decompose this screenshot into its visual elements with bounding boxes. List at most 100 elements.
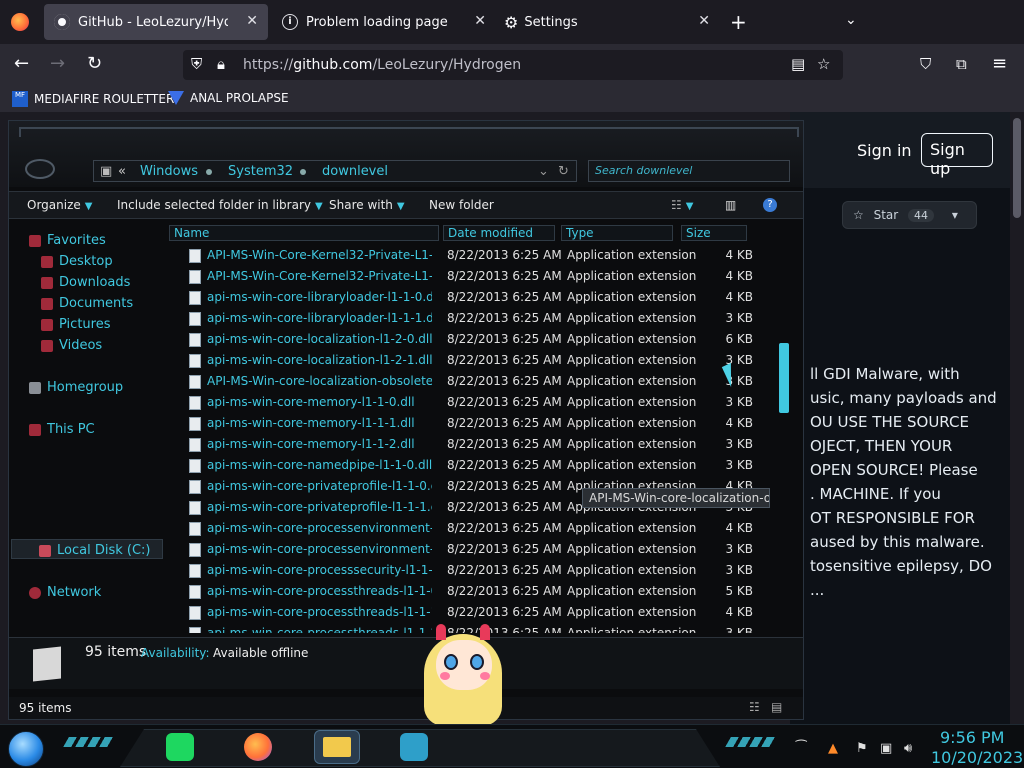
nav-pictures[interactable]: Pictures [41, 317, 110, 332]
nav-videos[interactable]: Videos [41, 338, 102, 353]
file-row[interactable]: api-ms-win-core-processenvironment-l1-1-… [169, 518, 779, 539]
bookmarks-bar: MF MEDIAFIRE ROULETTER ANAL PROLAPSE [0, 86, 1024, 112]
back-forward-orb[interactable] [25, 159, 55, 179]
dll-file-icon [189, 480, 201, 494]
triangle-icon [168, 91, 184, 105]
reader-view-icon[interactable]: ▤ [791, 55, 805, 73]
file-row[interactable]: api-ms-win-core-localization-l1-2-1.dll 8… [169, 350, 779, 371]
close-icon[interactable]: ✕ [246, 13, 258, 29]
search-input[interactable]: Search downlevel [588, 160, 790, 182]
chevron-down-icon[interactable]: ▾ [952, 208, 958, 222]
organize-button[interactable]: Organize ▼ [27, 198, 92, 212]
file-row[interactable]: api-ms-win-core-processthreads-l1-1-0.dl… [169, 581, 779, 602]
breadcrumb-overflow[interactable]: « [118, 164, 126, 179]
new-tab-button[interactable]: + [730, 10, 747, 34]
spotify-icon[interactable] [166, 733, 194, 761]
url-text[interactable]: https://github.com/LeoLezury/Hydrogen [243, 57, 521, 73]
lock-icon[interactable]: 🔒︎ [217, 55, 225, 73]
close-icon[interactable]: ✕ [698, 13, 710, 29]
tiles-view-icon[interactable]: ▤ [771, 700, 782, 714]
breadcrumb-separator[interactable] [206, 169, 212, 175]
nav-network[interactable]: Network [29, 585, 101, 600]
file-row[interactable]: API-MS-Win-Core-Kernel32-Private-L1-1-0.… [169, 245, 779, 266]
column-type[interactable]: Type [561, 225, 673, 241]
clock-date[interactable]: 10/20/2023 [931, 748, 1023, 767]
nav-desktop[interactable]: Desktop [41, 254, 113, 269]
file-row[interactable]: api-ms-win-core-libraryloader-l1-1-1.dll… [169, 308, 779, 329]
reload-icon[interactable]: ↻ [87, 53, 102, 74]
file-date: 8/22/2013 6:25 AM [447, 563, 562, 577]
file-row[interactable]: api-ms-win-core-memory-l1-1-2.dll 8/22/20… [169, 434, 779, 455]
start-button[interactable] [8, 731, 44, 767]
column-size[interactable]: Size [681, 225, 747, 241]
nav-homegroup[interactable]: Homegroup [29, 380, 123, 395]
volume-icon[interactable]: 🔊︎ [904, 741, 912, 756]
nav-local-disk[interactable]: Local Disk (C:) [39, 543, 150, 558]
chevron-down-icon[interactable]: ⌄ [538, 164, 549, 179]
tab-settings[interactable]: ⚙ Settings ✕ [496, 4, 720, 40]
file-row[interactable]: api-ms-win-core-localization-l1-2-0.dll 8… [169, 329, 779, 350]
extensions-icon[interactable]: ⧉ [956, 55, 967, 73]
pocket-icon[interactable]: ⛉ [920, 55, 931, 73]
include-library-button[interactable]: Include selected folder in library ▼ [117, 198, 323, 212]
menu-icon[interactable]: ≡ [992, 53, 1007, 74]
preview-pane-icon[interactable]: ▥ [725, 198, 736, 212]
breadcrumb-system32[interactable]: System32 [228, 164, 293, 179]
file-date: 8/22/2013 6:25 AM [447, 374, 562, 388]
file-date: 8/22/2013 6:25 AM [447, 416, 562, 430]
address-bar[interactable]: ▣ « Windows System32 downlevel ⌄ ↻ [93, 160, 577, 182]
file-type: Application extension [567, 269, 697, 283]
clock-time[interactable]: 9:56 PM [940, 728, 1004, 747]
breadcrumb-windows[interactable]: Windows [140, 164, 198, 179]
star-button[interactable]: ☆ Star 44 ▾ [842, 201, 977, 229]
url-bar[interactable]: ⛨ 🔒︎ https://github.com/LeoLezury/Hydrog… [183, 50, 843, 80]
shield-icon[interactable]: ⛨ [191, 55, 202, 73]
page-scroll-thumb[interactable] [1013, 118, 1021, 218]
status-bar: 95 items ☷ ▤ [9, 697, 803, 719]
share-with-button[interactable]: Share with ▼ [329, 198, 405, 212]
chevron-down-icon[interactable]: ⌄ [845, 12, 857, 28]
file-row[interactable]: api-ms-win-core-libraryloader-l1-1-0.dll… [169, 287, 779, 308]
new-folder-button[interactable]: New folder [429, 198, 494, 212]
firefox-icon[interactable] [11, 13, 29, 31]
close-icon[interactable]: ✕ [474, 13, 486, 29]
briefcase-icon[interactable] [400, 733, 428, 761]
refresh-icon[interactable]: ↻ [558, 164, 569, 179]
flag-icon[interactable]: ⚑ [856, 741, 868, 756]
tray-overflow-icon[interactable]: ⁀ [796, 741, 806, 756]
file-explorer-icon[interactable] [314, 730, 360, 764]
tray-app-icon[interactable]: ▲ [828, 741, 838, 756]
file-row[interactable]: api-ms-win-core-memory-l1-1-0.dll 8/22/20… [169, 392, 779, 413]
breadcrumb-separator[interactable] [300, 169, 306, 175]
file-row[interactable]: api-ms-win-core-processenvironment-l1-2-… [169, 539, 779, 560]
tab-problem-loading[interactable]: i Problem loading page ✕ [272, 4, 496, 40]
star-bookmark-icon[interactable]: ☆ [817, 55, 830, 73]
column-date[interactable]: Date modified [443, 225, 555, 241]
file-row[interactable]: API-MS-Win-core-localization-obsolete-l1… [169, 371, 779, 392]
nav-favorites[interactable]: Favorites [29, 233, 106, 248]
firefox-icon[interactable] [244, 733, 272, 761]
breadcrumb-downlevel[interactable]: downlevel [322, 164, 388, 179]
sign-up-button[interactable]: Sign up [921, 133, 993, 178]
file-row[interactable]: API-MS-Win-Core-Kernel32-Private-L1-1-1.… [169, 266, 779, 287]
bookmark-second[interactable]: ANAL PROLAPSE [168, 91, 289, 105]
nav-downloads[interactable]: Downloads [41, 275, 130, 290]
file-name: api-ms-win-core-processthreads-l1-1-2.dl… [207, 626, 432, 633]
forward-arrow-icon[interactable]: → [50, 53, 65, 74]
sign-in-link[interactable]: Sign in [857, 141, 912, 160]
file-row[interactable]: api-ms-win-core-namedpipe-l1-1-0.dll 8/22… [169, 455, 779, 476]
details-view-icon[interactable]: ☷ [749, 700, 760, 714]
network-tray-icon[interactable]: ▣ [880, 741, 892, 756]
tab-github[interactable]: GitHub - LeoLezury/Hydrogen ✕ [44, 4, 268, 40]
file-row[interactable]: api-ms-win-core-memory-l1-1-1.dll 8/22/20… [169, 413, 779, 434]
file-row[interactable]: api-ms-win-core-processsecurity-l1-1-0.d… [169, 560, 779, 581]
nav-documents[interactable]: Documents [41, 296, 133, 311]
view-options-icon[interactable]: ☷ ▼ [671, 198, 693, 212]
file-list-scrollbar[interactable] [779, 343, 789, 413]
nav-this-pc[interactable]: This PC [29, 422, 95, 437]
column-name[interactable]: Name [169, 225, 439, 241]
file-date: 8/22/2013 6:25 AM [447, 458, 562, 472]
back-arrow-icon[interactable]: ← [14, 53, 29, 74]
bookmark-mediafire[interactable]: MF MEDIAFIRE ROULETTER [12, 91, 174, 107]
help-icon[interactable]: ? [763, 198, 777, 212]
